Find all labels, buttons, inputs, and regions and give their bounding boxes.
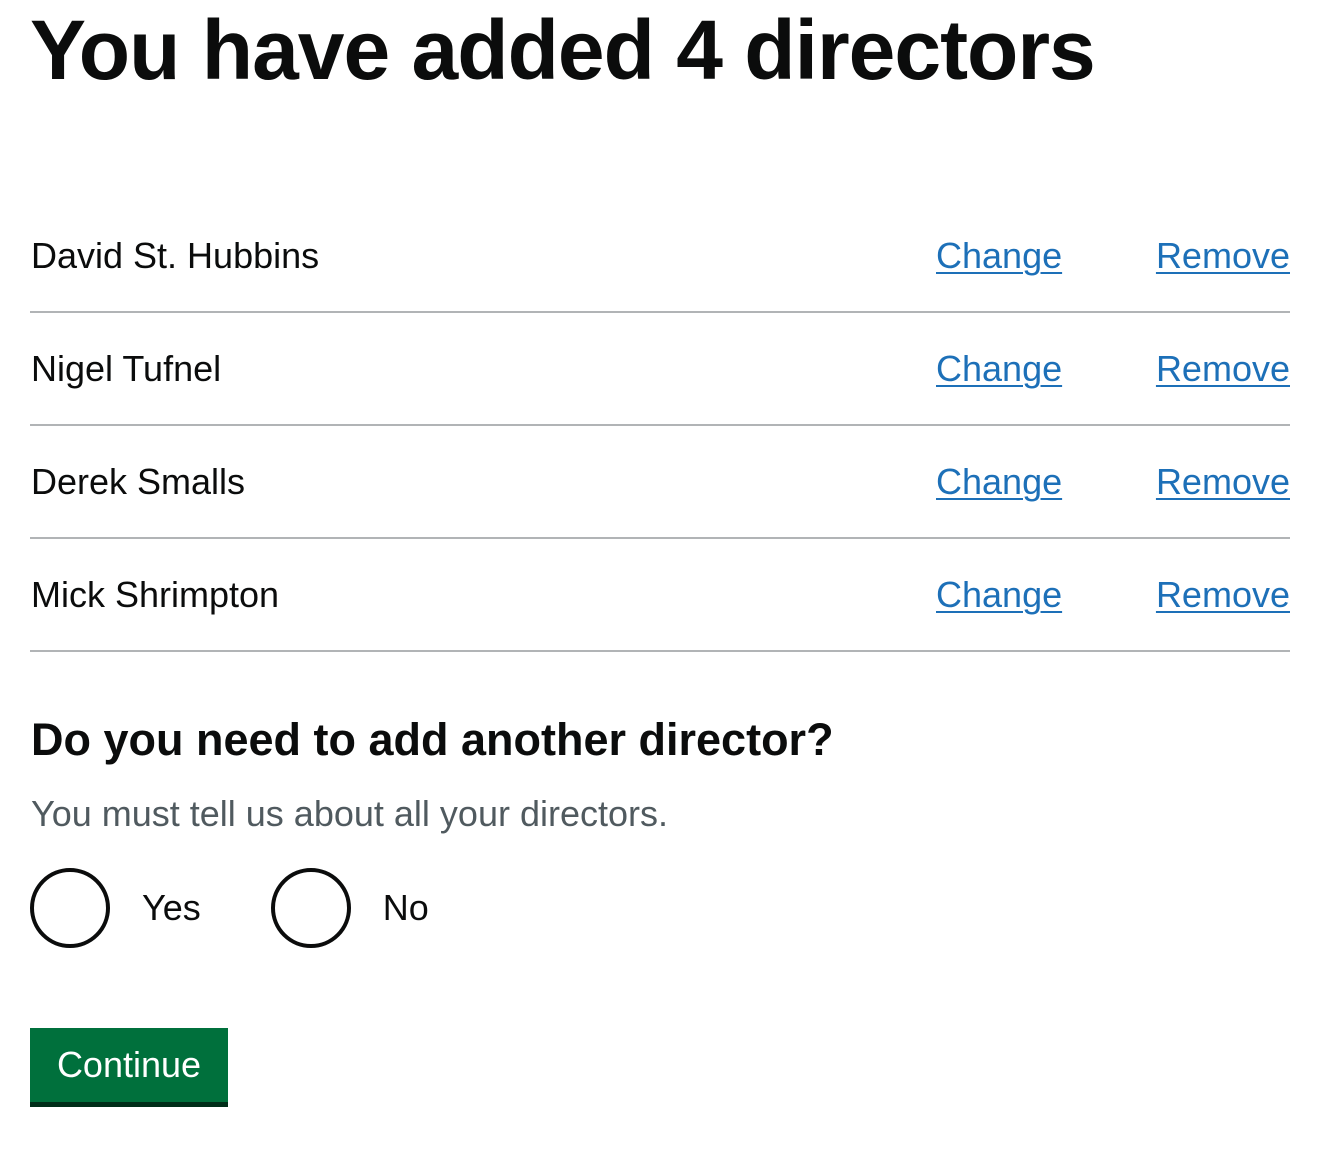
change-link[interactable]: Change xyxy=(936,236,1062,276)
change-link[interactable]: Change xyxy=(936,349,1062,389)
director-row: Nigel Tufnel Change Remove xyxy=(30,313,1290,426)
director-row: Mick Shrimpton Change Remove xyxy=(30,539,1290,652)
radio-yes[interactable] xyxy=(30,868,110,948)
director-name: Mick Shrimpton xyxy=(31,574,280,615)
director-name: Nigel Tufnel xyxy=(31,348,222,389)
question-hint: You must tell us about all your director… xyxy=(31,793,668,834)
remove-link[interactable]: Remove xyxy=(1156,462,1290,502)
page-title: You have added 4 directors xyxy=(30,3,1096,97)
radio-option-no[interactable]: No xyxy=(270,868,429,948)
radio-group: Yes No xyxy=(30,868,429,948)
director-row: Derek Smalls Change Remove xyxy=(30,426,1290,539)
remove-link[interactable]: Remove xyxy=(1156,236,1290,276)
change-link[interactable]: Change xyxy=(936,462,1062,502)
director-name: David St. Hubbins xyxy=(31,235,320,276)
add-another-question: Do you need to add another director? xyxy=(31,714,834,765)
director-list: David St. Hubbins Change Remove Nigel Tu… xyxy=(30,200,1290,652)
remove-link[interactable]: Remove xyxy=(1156,575,1290,615)
director-row: David St. Hubbins Change Remove xyxy=(30,200,1290,313)
director-name: Derek Smalls xyxy=(31,461,246,502)
radio-option-yes[interactable]: Yes xyxy=(30,868,201,948)
radio-label-no[interactable]: No xyxy=(383,888,429,928)
remove-link[interactable]: Remove xyxy=(1156,349,1290,389)
radio-label-yes[interactable]: Yes xyxy=(142,888,201,928)
radio-no[interactable] xyxy=(270,868,351,948)
change-link[interactable]: Change xyxy=(936,575,1062,615)
continue-button[interactable]: Continue xyxy=(30,1028,228,1102)
